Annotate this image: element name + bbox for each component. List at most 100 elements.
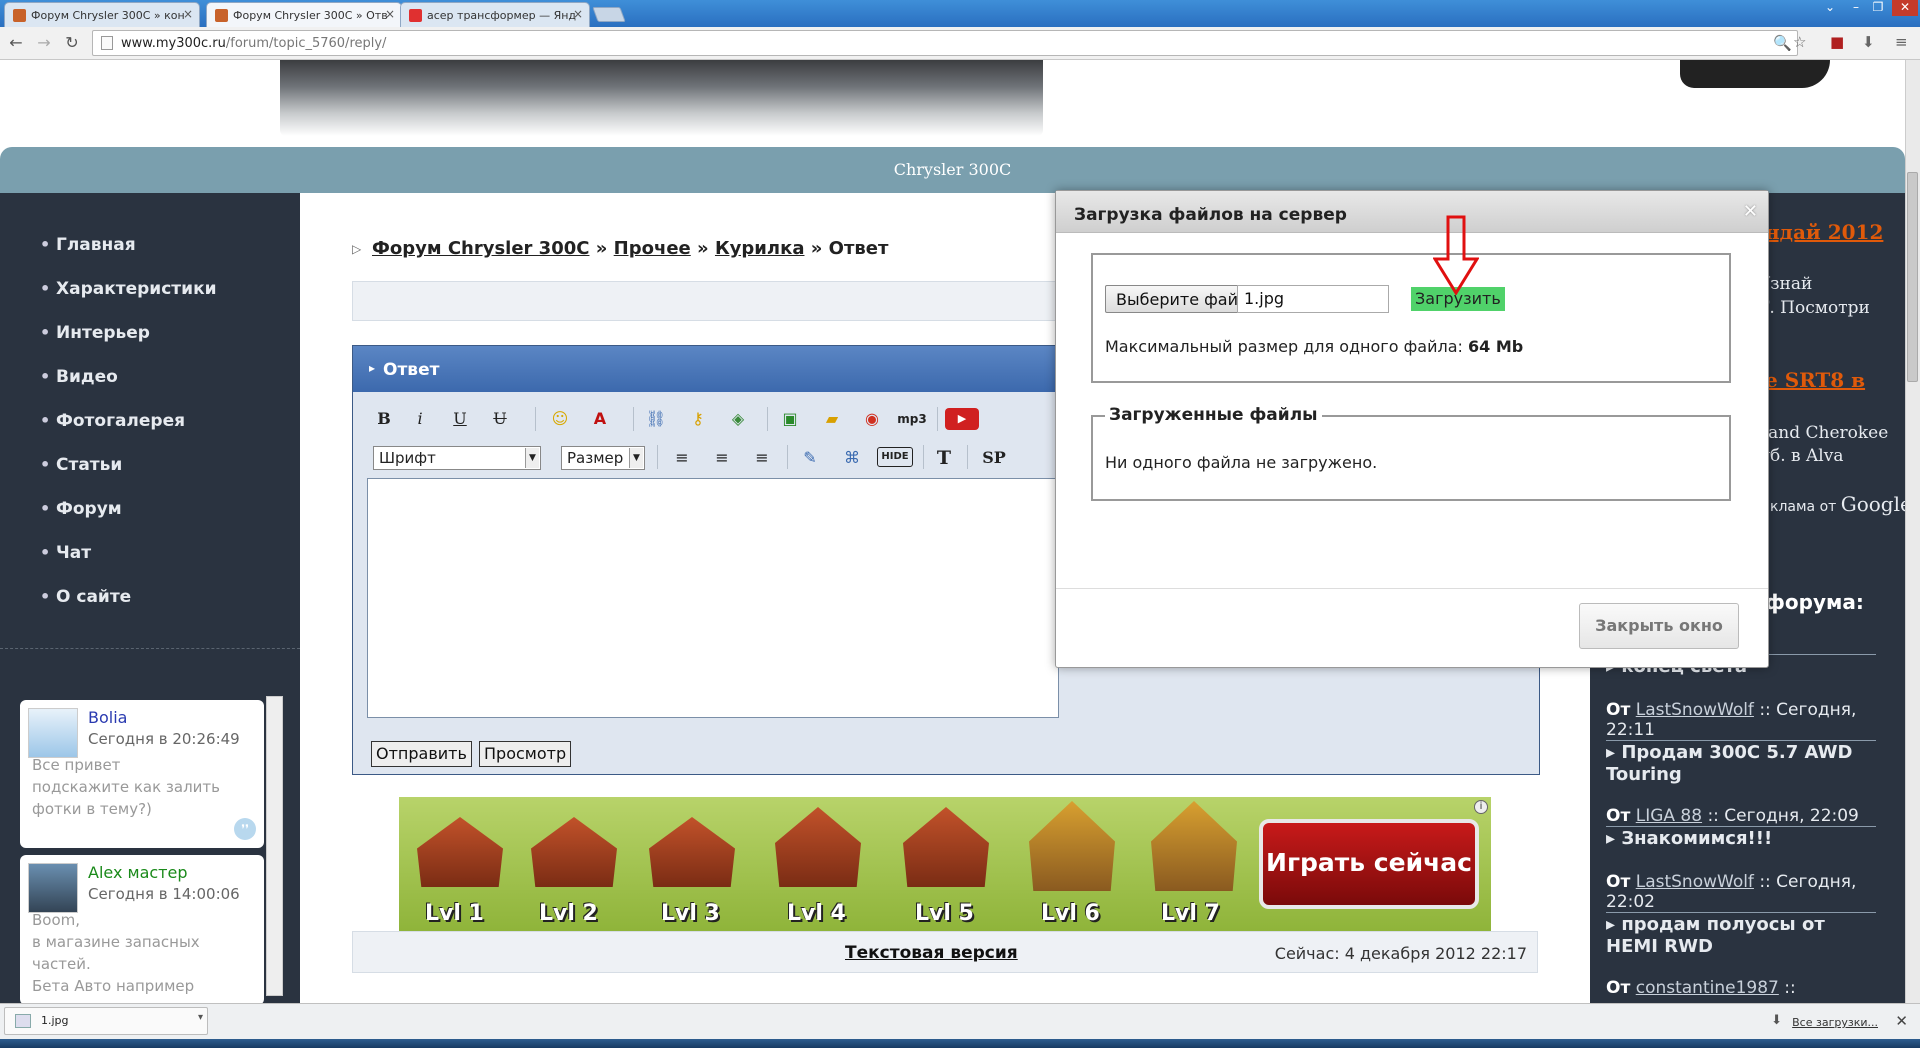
breadcrumb-topic[interactable]: Курилка: [715, 238, 805, 259]
hide-button[interactable]: HIDE: [877, 447, 913, 467]
close-icon[interactable]: ✕: [1895, 1012, 1908, 1030]
font-select[interactable]: Шрифт ▼: [373, 446, 541, 470]
breadcrumb-section[interactable]: Прочее: [614, 238, 691, 259]
topic-link-cont[interactable]: HEMI RWD: [1606, 936, 1713, 957]
code-icon[interactable]: ⌘: [841, 447, 863, 469]
key-icon[interactable]: ⚷: [687, 408, 709, 430]
topic-link[interactable]: ▸ Продам 300С 5.7 AWD: [1606, 742, 1852, 763]
house-image: [1029, 801, 1115, 891]
nav-articles[interactable]: Статьи: [40, 455, 122, 475]
tab-close-icon[interactable]: ×: [183, 7, 193, 21]
mp3-button[interactable]: mp3: [895, 408, 929, 430]
message-textarea[interactable]: [367, 478, 1059, 718]
smiley-icon[interactable]: ☺: [549, 408, 571, 430]
nav-specs[interactable]: Характеристики: [40, 279, 216, 299]
media-icon[interactable]: ◉: [861, 408, 883, 430]
menu-icon[interactable]: ≡: [1895, 33, 1908, 51]
nav-video[interactable]: Видео: [40, 367, 118, 387]
back-icon[interactable]: ←: [6, 33, 26, 53]
new-tab-button[interactable]: [592, 7, 626, 22]
edit-icon[interactable]: ✎: [799, 447, 821, 469]
toolbar-separator: [787, 445, 788, 469]
preview-button[interactable]: Просмотр: [479, 741, 572, 767]
nav-gallery[interactable]: Фотогалерея: [40, 411, 185, 431]
close-window-icon[interactable]: ✕: [1892, 0, 1918, 16]
topic-user[interactable]: LastSnowWolf: [1636, 872, 1754, 892]
underline-button[interactable]: U: [449, 408, 471, 430]
tab-label: Форум Chrysler 300C » Отв: [233, 9, 388, 22]
red-arrow-annotation: [1433, 215, 1479, 295]
topic-user[interactable]: constantine1987: [1636, 978, 1779, 998]
forward-icon[interactable]: →: [34, 33, 54, 53]
os-taskbar: [0, 1039, 1920, 1048]
topic-user[interactable]: LastSnowWolf: [1636, 700, 1754, 720]
tab-close-icon[interactable]: ×: [573, 7, 583, 21]
text-button[interactable]: T: [933, 447, 955, 469]
play-now-button[interactable]: Играть сейчас: [1259, 819, 1479, 909]
image-icon[interactable]: ▣: [779, 408, 801, 430]
info-icon[interactable]: i: [1474, 800, 1488, 814]
site-title: Chrysler 300C: [893, 160, 1012, 179]
nav-chat[interactable]: Чат: [40, 543, 91, 563]
nav-forum[interactable]: Форум: [40, 499, 122, 519]
close-icon[interactable]: ✕: [1743, 201, 1758, 222]
ad-text: уб. в Alva: [1760, 446, 1844, 466]
align-right-icon[interactable]: ≡: [751, 447, 773, 469]
unlink-icon[interactable]: ◈: [727, 408, 749, 430]
extension-icon[interactable]: ■: [1830, 33, 1844, 51]
chat-line: Бета Авто например: [32, 977, 195, 995]
youtube-icon[interactable]: ▶: [945, 408, 979, 430]
align-center-icon[interactable]: ≡: [711, 447, 733, 469]
minimize-icon[interactable]: –: [1846, 0, 1866, 16]
topic-link[interactable]: ▸ Знакомимся!!!: [1606, 828, 1772, 849]
send-button[interactable]: Отправить: [371, 741, 472, 767]
ad-banner[interactable]: Lvl 1 Lvl 2 Lvl 3 Lvl 4 Lvl 5 Lvl 6 Lvl …: [399, 797, 1491, 931]
chevron-down-icon[interactable]: ⌄: [1820, 0, 1840, 16]
italic-button[interactable]: i: [409, 408, 431, 430]
star-icon[interactable]: ☆: [1793, 33, 1806, 51]
tab-close-icon[interactable]: ×: [385, 7, 395, 21]
download-icon[interactable]: ⬇: [1862, 33, 1875, 51]
size-select[interactable]: Размер ▼: [561, 446, 645, 470]
chat-user[interactable]: Bolia: [88, 708, 127, 727]
reload-icon[interactable]: ↻: [62, 33, 82, 53]
topic-link-cont[interactable]: Touring: [1606, 764, 1682, 785]
align-left-icon[interactable]: ≡: [671, 447, 693, 469]
restore-icon[interactable]: ❐: [1868, 0, 1888, 16]
search-icon[interactable]: 🔍: [1773, 34, 1792, 52]
scrollbar-thumb[interactable]: [1907, 172, 1918, 382]
text-version-link[interactable]: Текстовая версия: [845, 943, 1018, 963]
tab-yandex[interactable]: асер трансформер — Янд ×: [400, 2, 590, 27]
chat-line: подскажите как залить: [32, 778, 221, 796]
link-icon[interactable]: ⛓: [645, 408, 667, 430]
breadcrumb-forum[interactable]: Форум Chrysler 300C: [372, 238, 589, 259]
chat-user[interactable]: Alex мастер: [88, 863, 188, 882]
font-color-icon[interactable]: A: [589, 408, 611, 430]
address-bar[interactable]: www.my300c.ru/forum/topic_5760/reply/ 🔍 …: [92, 30, 1806, 56]
ad-title[interactable]: е SRT8 в: [1765, 368, 1865, 392]
tab-forum-1[interactable]: Форум Chrysler 300C » кон ×: [4, 2, 200, 27]
topic-link[interactable]: ▸ продам полуосы от: [1606, 914, 1825, 935]
bold-button[interactable]: B: [373, 408, 395, 430]
tab-forum-2[interactable]: Форум Chrysler 300C » Отв ×: [206, 2, 402, 27]
divider: [1606, 912, 1876, 913]
nav-about[interactable]: О сайте: [40, 587, 131, 607]
topic-time: 22:11: [1606, 720, 1655, 740]
nav-interior[interactable]: Интерьер: [40, 323, 150, 343]
close-window-button[interactable]: Закрыть окно: [1579, 603, 1739, 649]
chevron-down-icon[interactable]: ▾: [198, 1012, 203, 1023]
sp-button[interactable]: SP: [977, 447, 1011, 469]
chat-time: Сегодня в 20:26:49: [88, 730, 240, 748]
chat-scrollbar[interactable]: [266, 696, 283, 996]
strike-button[interactable]: U: [489, 408, 511, 430]
divider: [1606, 740, 1876, 741]
folder-icon[interactable]: ▰: [821, 408, 843, 430]
file-name-field[interactable]: 1.jpg: [1237, 285, 1389, 313]
nav-home[interactable]: Главная: [40, 235, 136, 255]
download-file-name: 1.jpg: [41, 1014, 69, 1027]
ad-title[interactable]: ндай 2012: [1765, 220, 1883, 244]
all-downloads-link[interactable]: Все загрузки...: [1792, 1016, 1878, 1029]
topic-user[interactable]: LIGA 88: [1636, 806, 1702, 826]
download-item[interactable]: 1.jpg ▾: [4, 1007, 208, 1035]
quote-icon[interactable]: ❜❜: [234, 818, 256, 840]
